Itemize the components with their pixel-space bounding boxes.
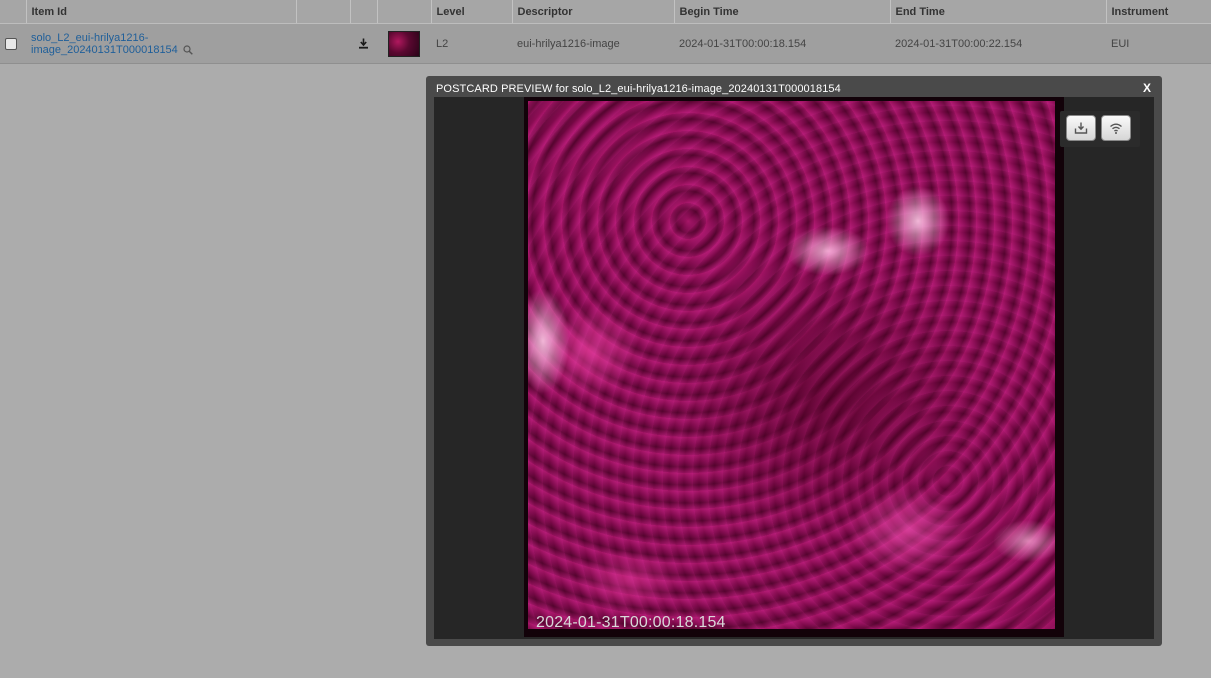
header-instrument[interactable]: Instrument bbox=[1106, 0, 1211, 24]
item-id-link[interactable]: solo_L2_eui-hrilya1216-image_20240131T00… bbox=[31, 32, 178, 56]
blank-cell bbox=[296, 23, 350, 64]
postcard-image-frame: 2024-01-31T00:00:18.154 bbox=[524, 97, 1064, 637]
select-cell bbox=[0, 23, 26, 64]
download-icon[interactable] bbox=[358, 38, 369, 49]
save-image-button[interactable] bbox=[1066, 115, 1096, 141]
row-checkbox[interactable] bbox=[5, 37, 17, 50]
image-timestamp: 2024-01-31T00:00:18.154 bbox=[536, 614, 726, 631]
postcard-preview-dialog: POSTCARD PREVIEW for solo_L2_eui-hrilya1… bbox=[426, 76, 1162, 646]
header-blank-1 bbox=[296, 0, 351, 24]
broadcast-button[interactable] bbox=[1101, 115, 1131, 141]
item-id-cell: solo_L2_eui-hrilya1216-image_20240131T00… bbox=[26, 23, 296, 64]
begin-time-cell: 2024-01-31T00:00:18.154 bbox=[674, 23, 890, 64]
header-descriptor[interactable]: Descriptor bbox=[512, 0, 675, 24]
postcard-thumbnail[interactable] bbox=[388, 30, 420, 57]
save-icon bbox=[1074, 122, 1088, 134]
header-item-id[interactable]: Item Id bbox=[26, 0, 297, 24]
header-level[interactable]: Level bbox=[431, 0, 513, 24]
dialog-title: POSTCARD PREVIEW for solo_L2_eui-hrilya1… bbox=[436, 83, 841, 95]
download-cell bbox=[350, 23, 377, 64]
header-begin-time[interactable]: Begin Time bbox=[674, 0, 891, 24]
instrument-cell: EUI bbox=[1106, 23, 1211, 64]
header-end-time[interactable]: End Time bbox=[890, 0, 1107, 24]
results-table: Item Id Level Descriptor Begin Time End … bbox=[0, 0, 1211, 64]
descriptor-cell: eui-hrilya1216-image bbox=[512, 23, 674, 64]
search-icon[interactable] bbox=[183, 44, 193, 55]
table-row: solo_L2_eui-hrilya1216-image_20240131T00… bbox=[0, 23, 1211, 64]
image-toolbar bbox=[1060, 111, 1140, 147]
end-time-cell: 2024-01-31T00:00:22.154 bbox=[890, 23, 1106, 64]
table-header-row: Item Id Level Descriptor Begin Time End … bbox=[0, 0, 1211, 24]
solar-image bbox=[528, 101, 1055, 629]
header-select bbox=[0, 0, 27, 24]
close-button[interactable]: X bbox=[1143, 81, 1151, 95]
dialog-body: 2024-01-31T00:00:18.154 bbox=[434, 97, 1154, 639]
wifi-icon bbox=[1110, 123, 1122, 134]
preview-cell bbox=[377, 23, 431, 64]
header-preview bbox=[377, 0, 432, 24]
header-download bbox=[350, 0, 378, 24]
level-cell: L2 bbox=[431, 23, 512, 64]
